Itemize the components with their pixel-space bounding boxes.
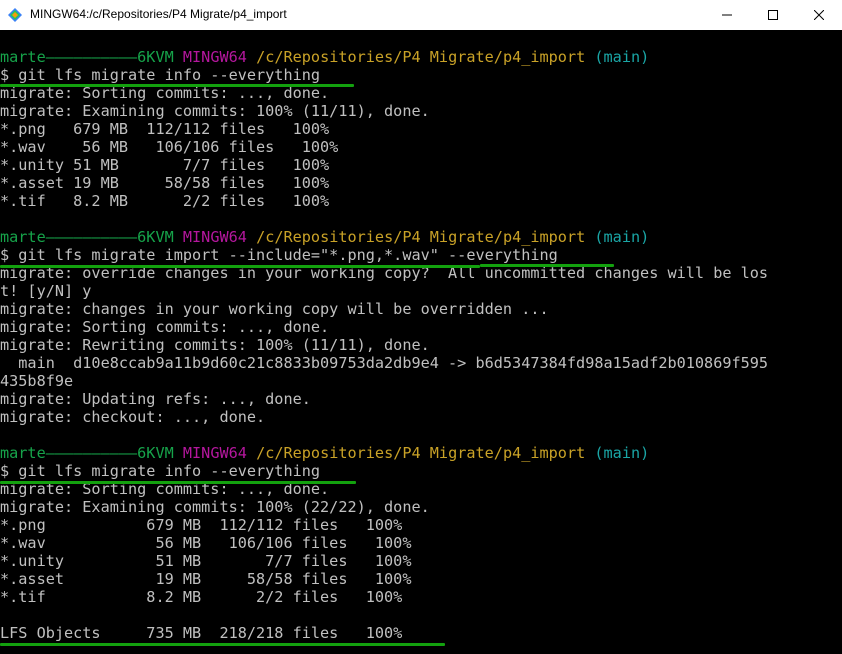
highlight-underline xyxy=(0,481,356,484)
close-icon xyxy=(814,10,824,20)
output-line: migrate: Rewriting commits: 100% (11/11)… xyxy=(0,336,430,354)
output-line: migrate: Sorting commits: ..., done. xyxy=(0,318,330,336)
title-bar[interactable]: MINGW64:/c/Repositories/P4 Migrate/p4_im… xyxy=(0,0,842,30)
prompt-user-host: marte——————————6KVM xyxy=(0,444,174,462)
output-line: migrate: changes in your working copy wi… xyxy=(0,300,549,318)
output-line: migrate: checkout: ..., done. xyxy=(0,408,266,426)
prompt-line: marte——————————6KVM MINGW64 /c/Repositor… xyxy=(0,444,842,462)
prompt-path: /c/Repositories/P4 Migrate/p4_import xyxy=(256,444,586,462)
prompt-path: /c/Repositories/P4 Migrate/p4_import xyxy=(256,228,586,246)
prompt-msystem: MINGW64 xyxy=(182,48,247,66)
output-line: *.tif 8.2 MB 2/2 files 100% xyxy=(0,192,330,210)
window-title: MINGW64:/c/Repositories/P4 Migrate/p4_im… xyxy=(30,7,287,21)
prompt-path: /c/Repositories/P4 Migrate/p4_import xyxy=(256,48,586,66)
command-line: $ git lfs migrate info --everything xyxy=(0,66,321,84)
prompt-branch: (main) xyxy=(594,444,650,462)
close-button[interactable] xyxy=(796,0,842,30)
highlight-underline xyxy=(480,264,614,267)
terminal-window: MINGW64:/c/Repositories/P4 Migrate/p4_im… xyxy=(0,0,842,654)
output-line: migrate: Examining commits: 100% (22/22)… xyxy=(0,498,430,516)
prompt-user-host: marte——————————6KVM xyxy=(0,48,174,66)
prompt-line: marte——————————6KVM MINGW64 /c/Repositor… xyxy=(0,228,842,246)
prompt-user-host: marte——————————6KVM xyxy=(0,228,174,246)
output-line: *.png 679 MB 112/112 files 100% xyxy=(0,516,403,534)
mingw-icon xyxy=(8,8,22,22)
command-line: $ git lfs migrate info --everything xyxy=(0,462,321,480)
highlight-underline xyxy=(0,265,480,268)
output-line: *.unity 51 MB 7/7 files 100% xyxy=(0,156,330,174)
highlight-underline xyxy=(0,84,354,87)
output-line: *.unity 51 MB 7/7 files 100% xyxy=(0,552,412,570)
prompt-branch: (main) xyxy=(594,228,650,246)
minimize-button[interactable] xyxy=(704,0,750,30)
output-line: 435b8f9e xyxy=(0,372,74,390)
output-line: main d10e8ccab9a11b9d60c21c8833b09753da2… xyxy=(0,354,769,372)
minimize-icon xyxy=(722,14,732,16)
prompt-branch: (main) xyxy=(594,48,650,66)
output-line: *.wav 56 MB 106/106 files 100% xyxy=(0,534,412,552)
output-line: migrate: Updating refs: ..., done. xyxy=(0,390,311,408)
maximize-button[interactable] xyxy=(750,0,796,30)
output-line: migrate: Examining commits: 100% (11/11)… xyxy=(0,102,430,120)
prompt-line: marte——————————6KVM MINGW64 /c/Repositor… xyxy=(0,48,842,66)
output-line: *.asset 19 MB 58/58 files 100% xyxy=(0,570,412,588)
prompt-msystem: MINGW64 xyxy=(182,444,247,462)
terminal-output[interactable]: marte——————————6KVM MINGW64 /c/Repositor… xyxy=(0,48,842,654)
output-line: *.asset 19 MB 58/58 files 100% xyxy=(0,174,330,192)
output-line: *.wav 56 MB 106/106 files 100% xyxy=(0,138,339,156)
output-line: *.tif 8.2 MB 2/2 files 100% xyxy=(0,588,403,606)
highlight-underline xyxy=(0,643,445,646)
command-line: $ git lfs migrate import --include="*.pn… xyxy=(0,246,558,264)
maximize-icon xyxy=(768,10,778,20)
summary-line: LFS Objects 735 MB 218/218 files 100% xyxy=(0,624,403,642)
output-line: *.png 679 MB 112/112 files 100% xyxy=(0,120,330,138)
output-line: t! [y/N] y xyxy=(0,282,92,300)
prompt-msystem: MINGW64 xyxy=(182,228,247,246)
